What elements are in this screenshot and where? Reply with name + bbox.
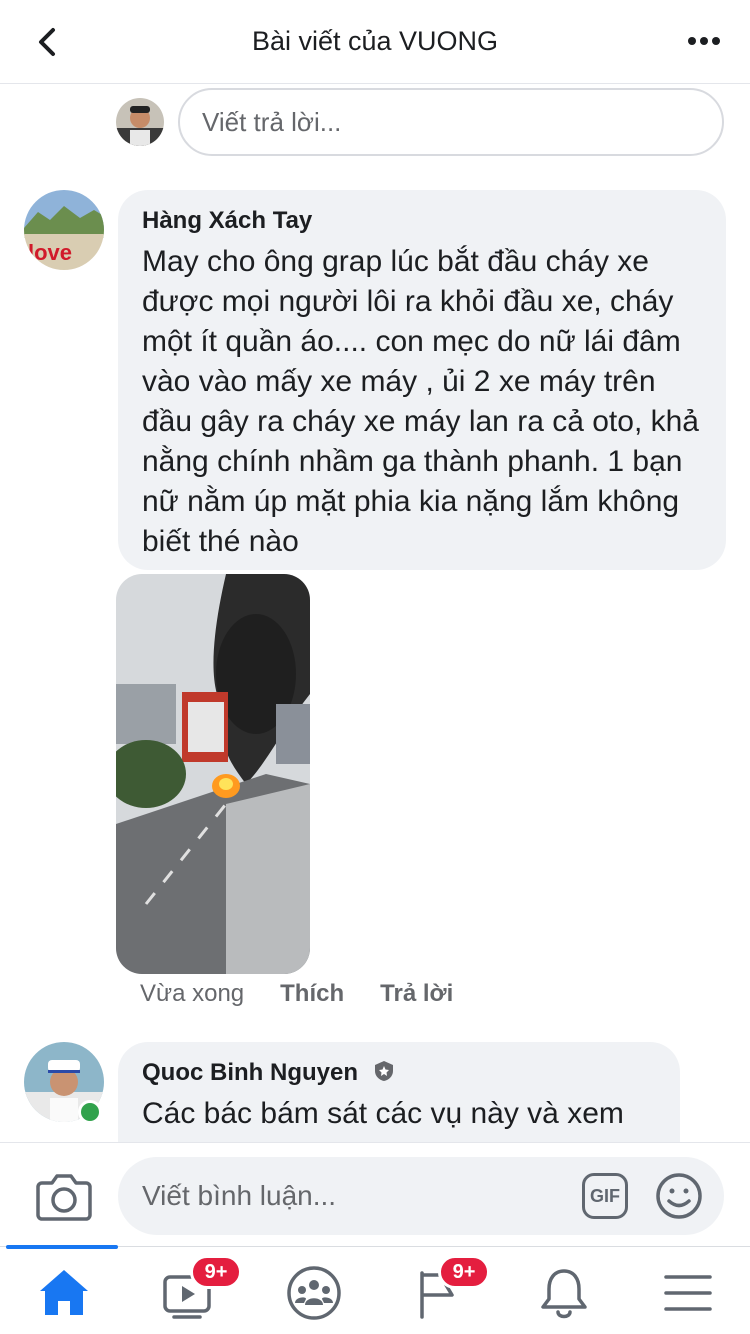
- current-user-avatar: [116, 98, 164, 146]
- menu-icon[interactable]: [658, 1263, 718, 1323]
- page-title: Bài viết của VUONG: [251, 26, 499, 56]
- groups-icon[interactable]: [284, 1263, 344, 1323]
- bottom-nav: 9+ 9+: [0, 1245, 750, 1334]
- comment-photo[interactable]: [116, 574, 310, 974]
- comment-composer: Viết bình luận... GIF: [0, 1142, 750, 1246]
- like-button[interactable]: Thích: [280, 980, 344, 1008]
- comment-bubble[interactable]: Hàng Xách Tay May cho ông grap lúc bắt đ…: [118, 190, 726, 570]
- comment-author[interactable]: Hàng Xách Tay: [142, 206, 702, 236]
- tab-video[interactable]: 9+: [160, 1255, 242, 1323]
- tab-pages[interactable]: 9+: [412, 1255, 490, 1323]
- comment-input-placeholder: Viết bình luận...: [142, 1180, 337, 1211]
- top-bar: Bài viết của VUONG: [0, 0, 750, 84]
- camera-icon[interactable]: [36, 1171, 92, 1221]
- post-page: Bài viết của VUONG Viết trả lời... love …: [0, 0, 750, 1334]
- reply-input[interactable]: Viết trả lời...: [178, 88, 724, 156]
- comment-author[interactable]: Quoc Binh Nguyen: [142, 1059, 358, 1086]
- reply-button[interactable]: Trả lời: [380, 980, 453, 1008]
- avatar[interactable]: love: [24, 190, 104, 270]
- comment-input[interactable]: Viết bình luận... GIF: [118, 1157, 724, 1235]
- comment-text: May cho ông grap lúc bắt đầu cháy xe đượ…: [142, 245, 699, 558]
- logo-love-text: love: [28, 240, 72, 265]
- more-horizontal-icon[interactable]: [684, 24, 724, 58]
- comment-text: Các bác bám sát các vụ này và xem: [142, 1097, 624, 1130]
- notification-badge: 9+: [438, 1255, 490, 1289]
- shield-icon: [374, 1061, 393, 1081]
- emoji-icon[interactable]: [654, 1171, 704, 1221]
- notification-badge: 9+: [190, 1255, 242, 1289]
- gif-button[interactable]: GIF: [582, 1173, 628, 1219]
- bell-icon[interactable]: [534, 1263, 594, 1323]
- comment-time: Vừa xong: [140, 980, 245, 1007]
- online-status-dot: [78, 1100, 102, 1124]
- home-icon[interactable]: [34, 1263, 94, 1323]
- comment-author-row: Quoc Binh Nguyen: [142, 1058, 656, 1088]
- comment-actions: Vừa xong Thích Trả lời: [140, 980, 453, 1008]
- active-tab-indicator: [6, 1245, 118, 1249]
